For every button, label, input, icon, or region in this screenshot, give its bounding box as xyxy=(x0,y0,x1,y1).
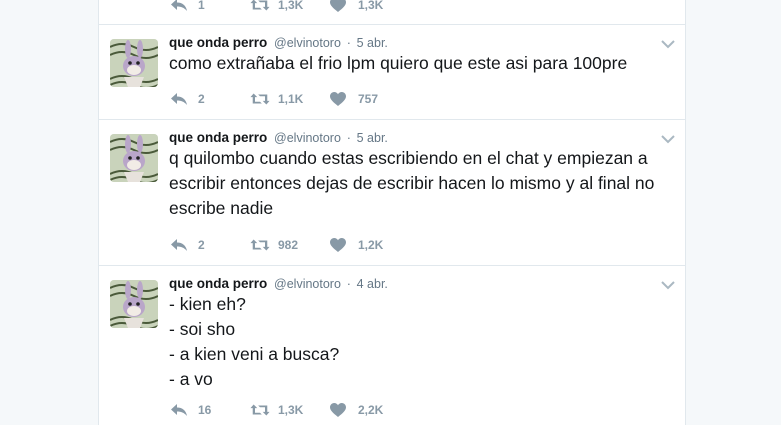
tweet-actions: 1 1,3K 1,3K xyxy=(170,0,410,14)
tweet-header: que onda perro @elvinotoro · 5 abr. xyxy=(169,25,685,51)
heart-icon[interactable] xyxy=(330,91,350,107)
tweet-partial[interactable]: 1 1,3K 1,3K xyxy=(99,0,685,25)
display-name[interactable]: que onda perro xyxy=(169,35,267,50)
separator: · xyxy=(346,131,351,145)
avatar[interactable] xyxy=(110,280,158,328)
tweet-text: q quilombo cuando estas escribiendo en e… xyxy=(169,146,685,221)
reply-action[interactable]: 2 xyxy=(170,237,250,253)
tweet-text-line: q quilombo cuando estas escribiendo en e… xyxy=(169,148,648,168)
tweet-text-line: - soi sho xyxy=(169,319,236,339)
tweet-text-line: - a kien veni a busca? xyxy=(169,344,340,364)
retweet-count: 1,3K xyxy=(278,403,304,417)
timestamp[interactable]: 5 abr. xyxy=(357,131,388,145)
reply-count: 16 xyxy=(198,403,212,417)
tweet-text-line: escribe nadie xyxy=(169,198,274,218)
tweet-text-line: - kien eh? xyxy=(169,294,246,314)
heart-icon[interactable] xyxy=(330,0,350,13)
tweet-header: que onda perro @elvinotoro · 4 abr. xyxy=(169,266,685,292)
retweet-count: 1,3K xyxy=(278,0,304,12)
tweet[interactable]: que onda perro @elvinotoro · 4 abr. - ki… xyxy=(99,266,685,425)
retweet-action[interactable]: 1,3K xyxy=(250,402,330,418)
reply-icon[interactable] xyxy=(170,237,190,253)
tweet-header: que onda perro @elvinotoro · 5 abr. xyxy=(169,120,685,146)
reply-count: 2 xyxy=(198,238,205,252)
tweet-text: - kien eh? - soi sho - a kien veni a bus… xyxy=(169,292,685,392)
tweet-text-line: - a vo xyxy=(169,369,213,389)
timestamp[interactable]: 5 abr. xyxy=(357,36,388,50)
chevron-down-icon[interactable] xyxy=(661,277,675,290)
like-count: 757 xyxy=(358,92,379,106)
retweet-action[interactable]: 982 xyxy=(250,237,330,253)
tweet[interactable]: que onda perro @elvinotoro · 5 abr. como… xyxy=(99,25,685,120)
tweet-text-line: como extrañaba el frio lpm quiero que es… xyxy=(169,53,628,73)
tweet-actions: 2 1,1K 757 xyxy=(170,90,410,108)
retweet-icon[interactable] xyxy=(250,91,270,107)
timeline: 1 1,3K 1,3K que onda perro @elvinotoro ·… xyxy=(98,0,686,425)
like-action[interactable]: 1,2K xyxy=(330,237,410,253)
retweet-icon[interactable] xyxy=(250,237,270,253)
chevron-down-icon[interactable] xyxy=(661,131,675,144)
heart-icon[interactable] xyxy=(330,402,350,418)
reply-action[interactable]: 2 xyxy=(170,91,250,107)
chevron-down-icon[interactable] xyxy=(661,36,675,49)
reply-action[interactable]: 16 xyxy=(170,402,250,418)
like-count: 1,3K xyxy=(358,0,384,12)
display-name[interactable]: que onda perro xyxy=(169,130,267,145)
tweet-actions: 2 982 1,2K xyxy=(170,236,410,254)
reply-count: 1 xyxy=(198,0,205,12)
reply-icon[interactable] xyxy=(170,91,190,107)
display-name[interactable]: que onda perro xyxy=(169,276,267,291)
username[interactable]: @elvinotoro xyxy=(274,36,341,50)
reply-count: 2 xyxy=(198,92,205,106)
like-action[interactable]: 2,2K xyxy=(330,402,410,418)
retweet-icon[interactable] xyxy=(250,0,270,13)
tweet-actions: 16 1,3K 2,2K xyxy=(170,401,410,419)
tweet-text-line: escribir entonces dejas de escribir hace… xyxy=(169,173,655,193)
reply-icon[interactable] xyxy=(170,0,190,13)
retweet-action[interactable]: 1,3K xyxy=(250,0,330,13)
like-count: 1,2K xyxy=(358,238,384,252)
separator: · xyxy=(346,277,351,291)
reply-icon[interactable] xyxy=(170,402,190,418)
retweet-icon[interactable] xyxy=(250,402,270,418)
retweet-count: 982 xyxy=(278,238,299,252)
separator: · xyxy=(346,36,351,50)
avatar[interactable] xyxy=(110,134,158,182)
tweet[interactable]: que onda perro @elvinotoro · 5 abr. q qu… xyxy=(99,120,685,266)
timestamp[interactable]: 4 abr. xyxy=(357,277,388,291)
tweet-text: como extrañaba el frio lpm quiero que es… xyxy=(169,51,685,76)
heart-icon[interactable] xyxy=(330,237,350,253)
reply-action[interactable]: 1 xyxy=(170,0,250,13)
retweet-action[interactable]: 1,1K xyxy=(250,91,330,107)
like-action[interactable]: 757 xyxy=(330,91,410,107)
username[interactable]: @elvinotoro xyxy=(274,131,341,145)
username[interactable]: @elvinotoro xyxy=(274,277,341,291)
like-action[interactable]: 1,3K xyxy=(330,0,410,13)
retweet-count: 1,1K xyxy=(278,92,304,106)
like-count: 2,2K xyxy=(358,403,384,417)
avatar[interactable] xyxy=(110,39,158,87)
